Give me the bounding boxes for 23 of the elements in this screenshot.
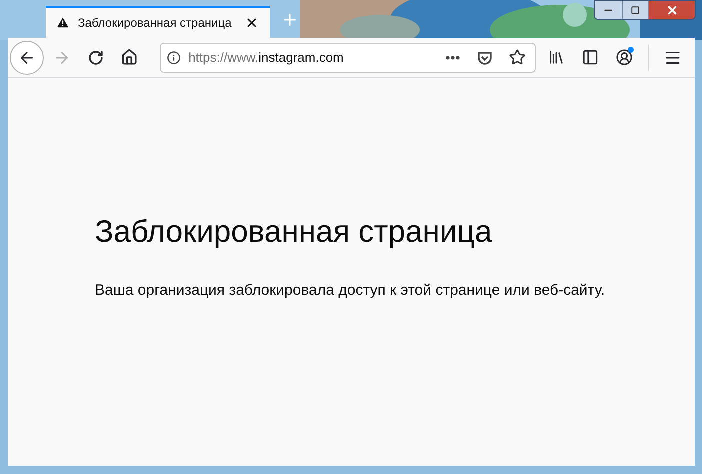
sidebar-icon: [582, 49, 599, 66]
page-message: Ваша организация заблокировала доступ к этой странице или веб-сайту.: [95, 281, 606, 301]
close-icon: [245, 16, 259, 30]
back-button[interactable]: [10, 40, 44, 74]
pocket-icon: [477, 50, 494, 66]
account-icon: [616, 49, 633, 66]
warning-icon: [56, 16, 70, 30]
star-icon: [508, 49, 526, 66]
maximize-icon: [631, 6, 640, 14]
url-text: https://www.instagram.com: [188, 48, 345, 67]
page-heading: Заблокированная страница: [95, 214, 494, 250]
info-icon: [166, 50, 181, 64]
home-icon: [121, 49, 138, 66]
reload-icon: [88, 50, 104, 66]
library-icon: [548, 49, 565, 66]
address-bar[interactable]: https://www.instagram.com: [160, 42, 536, 72]
maximize-button[interactable]: [623, 1, 649, 19]
plus-icon: [281, 11, 299, 29]
close-icon: [666, 4, 678, 16]
more-icon: [446, 56, 460, 60]
close-button[interactable]: [649, 1, 695, 19]
tab-title: Заблокированная страница: [78, 15, 233, 32]
browser-tab[interactable]: Заблокированная страница: [46, 6, 270, 38]
